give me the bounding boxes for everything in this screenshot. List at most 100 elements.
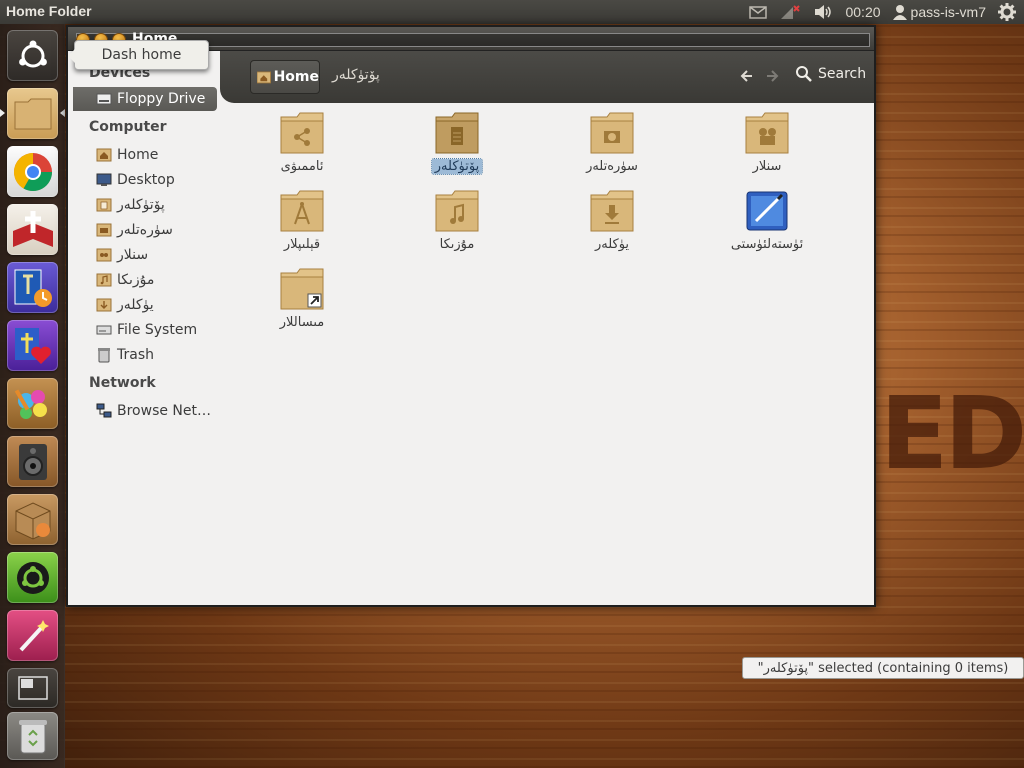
item-label: مۇزىكا — [439, 237, 475, 252]
ubuntu-software-launcher[interactable] — [7, 552, 58, 603]
sidebar-item-label: File System — [117, 322, 198, 338]
dash-home-button[interactable] — [7, 30, 58, 81]
item-label: سۈرەتلەر — [586, 159, 638, 174]
sidebar-item-home[interactable]: Home — [73, 143, 217, 167]
ubuntu-logo-icon — [18, 40, 47, 67]
item-label: مىساللار — [279, 315, 325, 330]
status-bar: "پۆتۈكلەر" selected (containing 0 items) — [742, 657, 1024, 679]
sidebar-item-pictures[interactable]: سۈرەتلەر — [73, 218, 217, 242]
gear-icon[interactable] — [998, 3, 1016, 21]
magic-wand-launcher[interactable] — [7, 610, 58, 661]
trash-icon — [18, 720, 47, 754]
network-heading: Network — [89, 375, 156, 391]
folder-link-icon — [279, 267, 325, 311]
breadcrumb-home[interactable]: Home — [250, 60, 320, 94]
sidebar-item-label: Trash — [117, 347, 154, 363]
folder-item[interactable]: پۆتۈكلەر — [392, 111, 522, 175]
back-arrow-icon[interactable] — [740, 69, 754, 83]
folder-icon — [434, 111, 480, 155]
home-folder-icon — [257, 71, 271, 84]
trash-icon — [96, 347, 112, 363]
sidebar-item-downloads[interactable]: يۈكلەر — [73, 293, 217, 317]
folder-item[interactable]: ئاممىۋى — [237, 111, 367, 174]
bible-study-launcher[interactable] — [7, 262, 58, 313]
speaker-launcher[interactable] — [7, 436, 58, 487]
breadcrumb-current[interactable]: پۆتۈكلەر — [332, 67, 380, 83]
network-computer-icon — [96, 403, 112, 419]
ubuntu-circle-icon — [16, 561, 49, 594]
bible-reader-launcher[interactable] — [7, 204, 58, 255]
paint-palette-icon — [14, 388, 47, 419]
sidebar-item-music[interactable]: مۇزىكا — [73, 268, 217, 292]
music-folder-icon — [96, 272, 112, 288]
package-installer-launcher[interactable] — [7, 494, 58, 545]
sidebar-item-documents[interactable]: پۆتۈكلەر — [73, 193, 217, 217]
folder-icon — [279, 111, 325, 155]
app-title: Home Folder — [6, 3, 92, 19]
folder-icon — [279, 189, 325, 233]
folder-icon — [744, 111, 790, 155]
book-clock-icon — [14, 269, 52, 307]
sidebar-item-trash[interactable]: Trash — [73, 343, 217, 367]
files-launcher[interactable] — [7, 88, 58, 139]
folder-item[interactable]: مۇزىكا — [392, 189, 522, 252]
user-icon — [892, 5, 907, 20]
forward-arrow-icon[interactable] — [765, 69, 779, 83]
volume-icon[interactable] — [813, 4, 833, 20]
search-icon — [796, 66, 812, 82]
pictures-folder-icon — [96, 222, 112, 238]
breadcrumb-home-label: Home — [273, 69, 319, 85]
desktop-file-item[interactable]: ئۈستەلئۈستى — [702, 189, 832, 252]
harddisk-icon — [96, 322, 112, 338]
focused-indicator — [60, 109, 65, 117]
desktop-icon — [96, 172, 112, 188]
clock[interactable]: 00:20 — [845, 4, 880, 20]
christian-app-launcher[interactable] — [7, 320, 58, 371]
computer-heading: Computer — [89, 119, 167, 135]
top-panel: Home Folder 00:20 pass-is-vm7 — [0, 0, 1024, 24]
folder-icon — [589, 189, 635, 233]
magic-wand-icon — [19, 619, 49, 651]
running-indicator — [0, 109, 5, 117]
sidebar-item-label: سۈرەتلەر — [117, 222, 173, 238]
network-icon[interactable] — [779, 3, 801, 21]
item-label: يۈكلەر — [594, 237, 630, 252]
sidebar-item-label: Home — [117, 147, 159, 163]
item-label: ئۈستەلئۈستى — [730, 237, 804, 252]
cross-heart-icon — [14, 327, 51, 364]
sidebar-item-browse-network[interactable]: Browse Net… — [73, 399, 217, 423]
workspace-switcher-launcher[interactable] — [7, 668, 58, 708]
sidebar-item-desktop[interactable]: Desktop — [73, 168, 217, 192]
folder-item[interactable]: قېلىپلار — [237, 189, 367, 252]
user-menu[interactable]: pass-is-vm7 — [892, 4, 986, 20]
search-button[interactable]: Search — [795, 65, 866, 82]
user-name: pass-is-vm7 — [910, 4, 986, 20]
mail-icon[interactable] — [749, 5, 768, 19]
sidebar-item-label: يۈكلەر — [117, 297, 154, 313]
folder-link-item[interactable]: مىساللار — [237, 267, 367, 330]
sidebar-item-label: مۇزىكا — [117, 272, 155, 288]
trash-launcher[interactable] — [7, 712, 58, 760]
sidebar-item-filesystem[interactable]: File System — [73, 318, 217, 342]
folder-item[interactable]: يۈكلەر — [547, 189, 677, 252]
location-toolbar: Home پۆتۈكلەر Search — [220, 51, 874, 103]
chrome-launcher[interactable] — [7, 146, 58, 197]
item-label: سنلار — [752, 159, 782, 174]
sidebar-item-label: Desktop — [117, 172, 175, 188]
folder-icon — [589, 111, 635, 155]
wallpaper-text: ED — [880, 375, 1024, 492]
item-label: ئاممىۋى — [280, 159, 324, 174]
package-icon — [15, 501, 50, 540]
sidebar-item-label: Browse Net… — [117, 403, 212, 419]
paint-launcher[interactable] — [7, 378, 58, 429]
folder-item[interactable]: سۈرەتلەر — [547, 111, 677, 174]
sidebar-item-floppy[interactable]: Floppy Drive — [73, 87, 217, 111]
home-folder-icon — [96, 147, 112, 163]
status-text: "پۆتۈكلەر" selected (containing 0 items) — [757, 660, 1009, 676]
sidebar-item-videos[interactable]: سنلار — [73, 243, 217, 267]
item-label: پۆتۈكلەر — [430, 158, 484, 175]
workspace-icon — [17, 676, 48, 700]
folder-icon — [14, 98, 51, 129]
folder-item[interactable]: سنلار — [702, 111, 832, 174]
chrome-icon — [13, 152, 52, 191]
